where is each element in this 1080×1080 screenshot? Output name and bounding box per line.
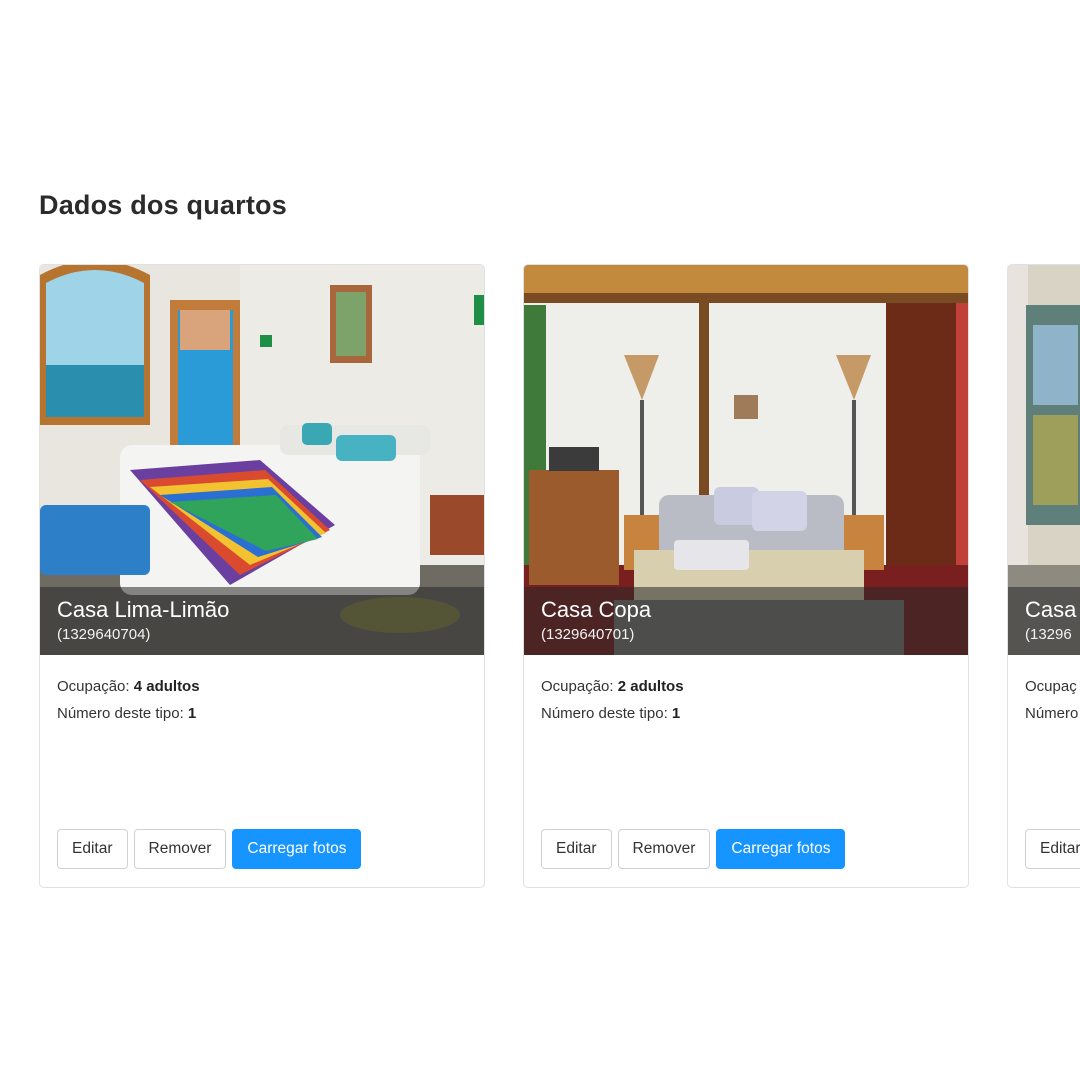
edit-button[interactable]: Editar <box>541 829 612 869</box>
room-count-label: Número deste tipo: <box>541 705 668 722</box>
room-card: Casa Copa (1329640701) Ocupação: 2 adult… <box>523 264 969 888</box>
occupancy-row: Ocupação: 4 adultos <box>57 673 467 700</box>
room-card: Casa Lima-Limão (1329640704) Ocupação: 4… <box>39 264 485 888</box>
room-count-row: Número deste tipo: 1 <box>541 700 951 727</box>
card-actions: Editar <box>1025 829 1080 869</box>
occupancy-row: Ocupação: 2 adultos <box>541 673 951 700</box>
room-photo[interactable]: Casa Copa (1329640701) <box>524 265 968 655</box>
edit-button[interactable]: Editar <box>57 829 128 869</box>
room-info: Ocupaç Número <box>1008 655 1080 727</box>
room-caption: Casa (13296 <box>1008 587 1080 655</box>
occupancy-label: Ocupação: <box>57 678 130 695</box>
page-title: Dados dos quartos <box>39 190 287 220</box>
room-info: Ocupação: 4 adultos Número deste tipo: 1 <box>40 655 484 727</box>
room-caption: Casa Copa (1329640701) <box>524 587 968 655</box>
edit-button[interactable]: Editar <box>1025 829 1080 869</box>
remove-button[interactable]: Remover <box>617 829 711 869</box>
room-count-row: Número deste tipo: 1 <box>57 700 467 727</box>
room-card-list: Casa Lima-Limão (1329640704) Ocupação: 4… <box>39 264 1080 890</box>
room-code: (1329640704) <box>57 626 151 643</box>
room-count-label: Número deste tipo: <box>57 705 184 722</box>
room-photo[interactable]: Casa Lima-Limão (1329640704) <box>40 265 484 655</box>
remove-button[interactable]: Remover <box>133 829 227 869</box>
room-caption: Casa Lima-Limão (1329640704) <box>40 587 484 655</box>
room-card: Casa (13296 Ocupaç Número Editar <box>1007 264 1080 888</box>
occupancy-label: Ocupação: <box>541 678 614 695</box>
room-code: (1329640701) <box>541 626 635 643</box>
room-count-value: 1 <box>187 705 197 722</box>
card-actions: Editar Remover Carregar fotos <box>57 829 362 869</box>
room-count-value: 1 <box>671 705 681 722</box>
card-actions: Editar Remover Carregar fotos <box>541 829 846 869</box>
room-count-label: Número <box>1025 705 1079 722</box>
room-name: Casa Lima-Limão <box>57 597 230 622</box>
upload-photos-button[interactable]: Carregar fotos <box>232 829 362 869</box>
room-info: Ocupação: 2 adultos Número deste tipo: 1 <box>524 655 968 727</box>
room-photo[interactable]: Casa (13296 <box>1008 265 1080 655</box>
room-code: (13296 <box>1025 626 1072 643</box>
occupancy-value: 2 adultos <box>617 678 684 695</box>
room-name: Casa Copa <box>541 597 652 622</box>
occupancy-value: 4 adultos <box>133 678 200 695</box>
upload-photos-button[interactable]: Carregar fotos <box>716 829 846 869</box>
room-name: Casa <box>1025 597 1077 622</box>
occupancy-label: Ocupaç <box>1025 678 1077 695</box>
